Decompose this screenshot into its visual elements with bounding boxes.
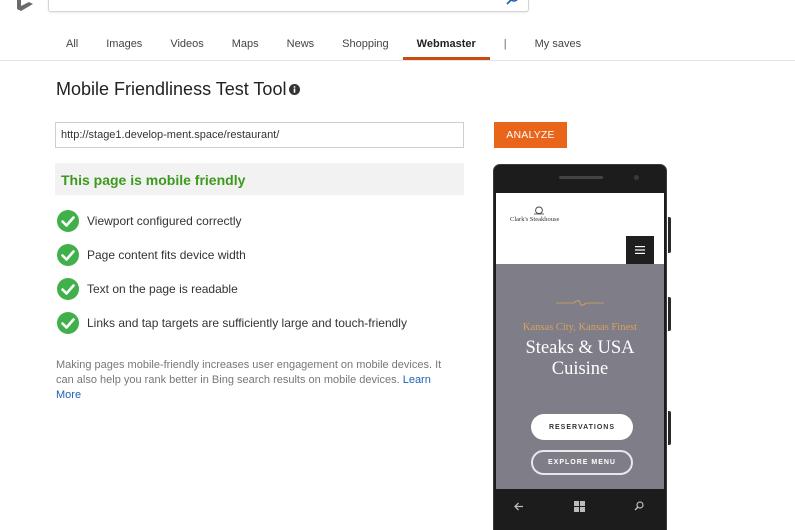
phone-preview: Clark's Steakhouse Kansas City, Kansas F… [493,164,671,530]
phone-screen: Clark's Steakhouse Kansas City, Kansas F… [496,193,664,489]
check-label: Text on the page is readable [87,282,238,296]
check-label: Page content fits device width [87,248,246,262]
page-title: Mobile Friendliness Test Tool [56,79,287,99]
tab-videos[interactable]: Videos [156,29,217,60]
phone-nav-bar [494,489,666,530]
hamburger-icon [635,246,645,254]
hero-headline: Steaks & USA Cuisine [525,338,635,379]
check-label: Links and tap targets are sufficiently l… [87,316,407,330]
phone-side-button [668,411,671,445]
steakhouse-logo-icon [534,206,544,215]
phone-side-button [668,297,671,331]
phone-speaker [559,176,603,179]
tab-separator: | [503,38,507,50]
tab-images[interactable]: Images [92,29,156,60]
bing-logo[interactable] [15,0,37,12]
site-name: Clark's Steakhouse [510,216,560,223]
footer-note: Making pages mobile-friendly increases u… [56,358,456,403]
check-circle-icon [57,210,79,232]
tab-shopping[interactable]: Shopping [328,29,403,60]
check-circle-icon [57,278,79,300]
check-label: Viewport configured correctly [87,214,242,228]
footer-note-text: Making pages mobile-friendly increases u… [56,359,442,386]
result-banner: This page is mobile friendly [55,163,464,195]
back-arrow-icon[interactable] [514,502,524,511]
check-circle-icon [57,244,79,266]
check-item: Page content fits device width [57,244,246,266]
tab-maps[interactable]: Maps [218,29,273,60]
explore-menu-button[interactable]: EXPLORE MENU [531,450,633,475]
check-item: Links and tap targets are sufficiently l… [57,312,407,334]
tab-news[interactable]: News [273,29,329,60]
search-icon[interactable] [506,0,520,6]
reservations-button[interactable]: RESERVATIONS [531,414,633,440]
info-icon[interactable] [289,84,300,95]
ornament-divider-icon [556,300,604,306]
nav-tabs: All Images Videos Maps News Shopping Web… [52,29,595,60]
phone-side-button [668,217,671,253]
check-item: Text on the page is readable [57,278,238,300]
tab-my-saves[interactable]: My saves [521,29,595,60]
analyze-button[interactable]: ANALYZE [494,122,567,148]
site-header: Clark's Steakhouse [496,193,664,264]
phone-camera [634,175,639,180]
search-box[interactable] [48,0,529,12]
url-input[interactable] [55,122,464,148]
hero-kicker: Kansas City, Kansas Finest [522,322,638,333]
tab-all[interactable]: All [52,29,92,60]
site-hero: Kansas City, Kansas Finest Steaks & USA … [496,264,664,489]
check-circle-icon [57,312,79,334]
check-item: Viewport configured correctly [57,210,242,232]
tabs-divider [0,60,795,61]
result-text: This page is mobile friendly [61,172,246,188]
windows-icon[interactable] [574,501,585,512]
search-icon[interactable] [634,501,644,511]
site-menu-button[interactable] [626,236,654,264]
tab-webmaster[interactable]: Webmaster [402,29,490,60]
